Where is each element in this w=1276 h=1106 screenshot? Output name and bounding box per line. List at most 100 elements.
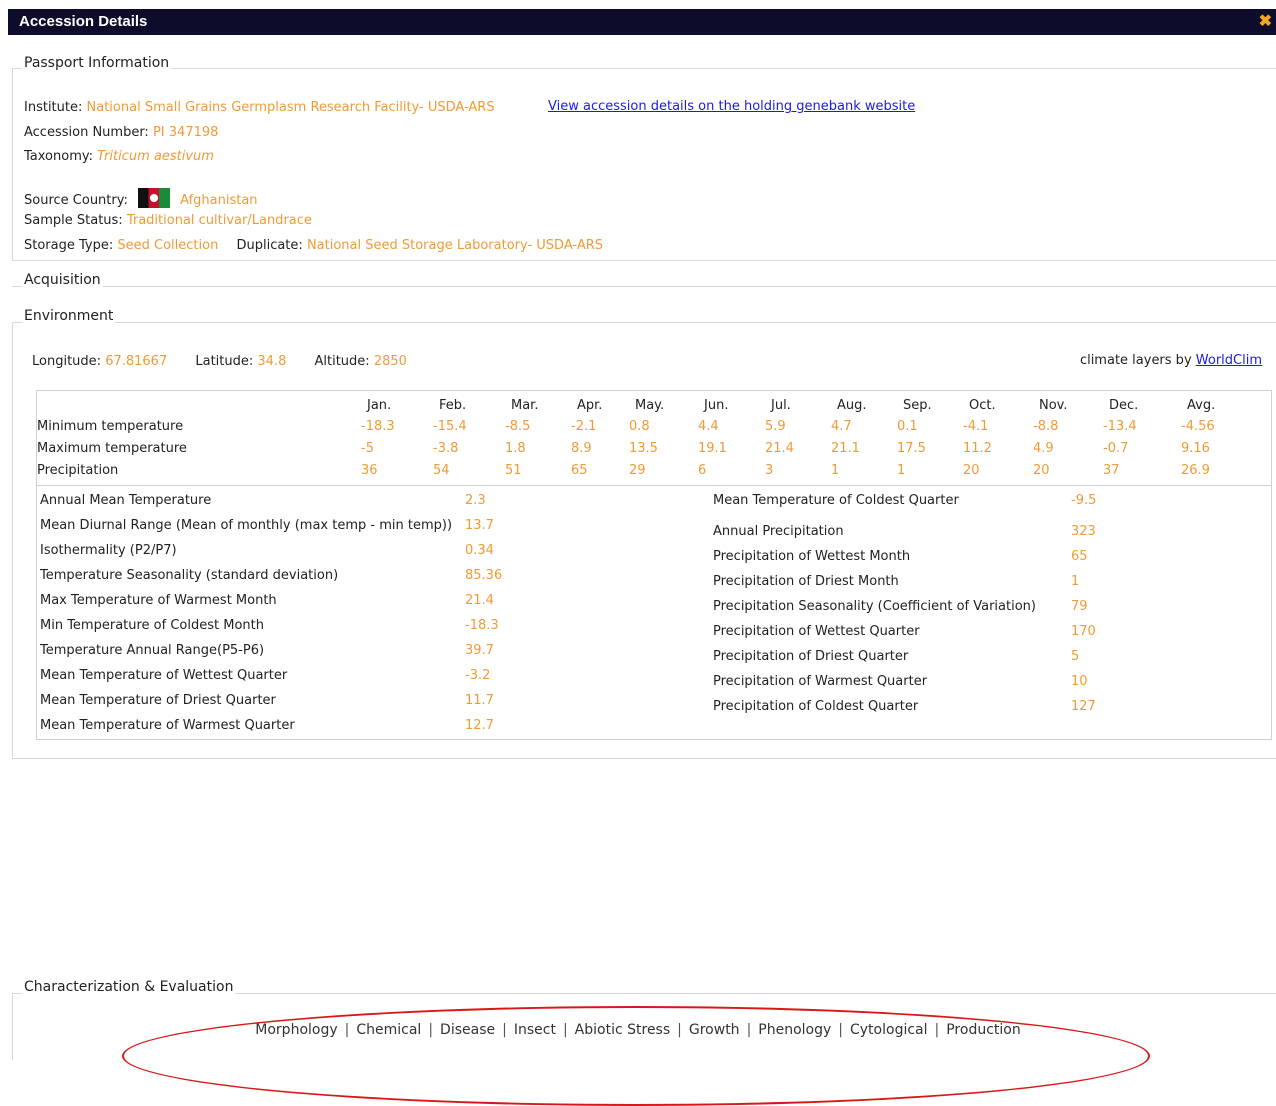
bioclim-value: 65 [1071,549,1088,564]
accession-label: Accession Number: [24,125,149,140]
coordinates-row: Longitude: 67.81667 Latitude: 34.8 Altit… [32,354,407,369]
climate-value: 13.5 [629,441,658,456]
afghanistan-flag-icon [138,188,171,208]
bioclim-value: 127 [1071,699,1096,714]
climate-row-label: Minimum temperature [37,419,184,434]
climate-value: 21.4 [765,441,794,456]
month-header: May. [635,398,665,413]
climate-value: 3 [765,463,774,478]
bioclim-value: -18.3 [465,618,499,633]
taxonomy-label: Taxonomy: [24,149,93,164]
bioclim-value: 10 [1071,674,1088,689]
climate-value: 26.9 [1181,463,1210,478]
month-header: Jan. [367,398,392,413]
environment-border-left [12,322,13,758]
month-header: Jul. [771,398,791,413]
status-value: Traditional cultivar/Landrace [126,213,312,228]
climate-row-label: Maximum temperature [37,441,187,456]
month-header: Sep. [903,398,932,413]
bioclim-value: 12.7 [465,718,494,733]
country-label: Source Country: [24,193,128,208]
bioclim-value: 13.7 [465,518,494,533]
month-header: Aug. [837,398,867,413]
longitude-value: 67.81667 [105,354,168,369]
bioclim-label: Mean Temperature of Driest Quarter [40,693,276,708]
climate-value: -0.7 [1103,441,1129,456]
bioclim-value: 21.4 [465,593,494,608]
climate-value: 1.8 [505,441,526,456]
acquisition-border [12,286,1276,287]
bioclim-label: Precipitation of Wettest Quarter [713,624,920,639]
dialog-title: Accession Details [19,13,148,30]
dialog-titlebar: Accession Details ✖ [8,9,1276,35]
institute-value: National Small Grains Germplasm Research… [86,100,495,115]
climate-panel: Jan. Feb. Mar. Apr. May. Jun. Jul. Aug. Sep. Oct.… [36,390,1272,740]
passport-border-top [12,68,1276,69]
status-label: Sample Status: [24,213,123,228]
climate-value: 4.4 [698,419,719,434]
climate-value: 11.2 [963,441,992,456]
climate-value: -8.5 [505,419,531,434]
annotation-ellipse [122,1006,1150,1106]
climate-value: 36 [361,463,378,478]
bioclim-value: -3.2 [465,668,491,683]
climate-value: 17.5 [897,441,926,456]
bioclim-value: 39.7 [465,643,494,658]
climate-value: 9.16 [1181,441,1210,456]
institute-label: Institute: [24,100,83,115]
bioclim-value: -9.5 [1071,493,1097,508]
duplicate-value: National Seed Storage Laboratory- USDA-A… [306,238,604,253]
bioclim-label: Mean Diurnal Range (Mean of monthly (max… [40,518,453,533]
climate-value: 4.7 [831,419,852,434]
climate-value: 1 [897,463,906,478]
accession-row: Accession Number: PI 347198 [24,125,218,140]
climate-value: 29 [629,463,646,478]
accession-value: PI 347198 [152,125,219,140]
month-header: Oct. [969,398,996,413]
climate-value: 5.9 [765,419,786,434]
climate-value: 51 [505,463,522,478]
bioclim-label: Isothermality (P2/P7) [40,543,177,558]
month-header: Jun. [704,398,729,413]
climate-value: 65 [571,463,588,478]
bioclim-label: Annual Mean Temperature [40,493,212,508]
bioclim-value: 323 [1071,524,1096,539]
climate-value: 21.1 [831,441,860,456]
worldclim-link[interactable]: WorldClim [1196,353,1262,368]
climate-value: -4.1 [963,419,989,434]
characterization-legend: Characterization & Evaluation [22,979,236,995]
sample-status-row: Sample Status: Traditional cultivar/Land… [24,213,312,228]
bioclim-value: 11.7 [465,693,494,708]
month-header: Avg. [1187,398,1216,413]
bioclim-label: Precipitation of Wettest Month [713,549,911,564]
climate-value: 19.1 [698,441,727,456]
close-icon[interactable]: ✖ [1259,9,1272,35]
latitude-value: 34.8 [257,354,287,369]
bioclim-value: 5 [1071,649,1080,664]
taxonomy-row: Taxonomy: Triticum aestivum [24,149,214,164]
bioclim-label: Mean Temperature of Warmest Quarter [40,718,295,733]
climate-value: -3.8 [433,441,459,456]
country-value: Afghanistan [180,193,258,208]
passport-legend: Passport Information [22,55,172,71]
climate-value: -18.3 [361,419,395,434]
storage-label: Storage Type: [24,238,114,253]
climate-value: 20 [1033,463,1050,478]
bioclim-label: Mean Temperature of Wettest Quarter [40,668,288,683]
month-header: Apr. [577,398,603,413]
climate-credit: climate layers by WorldClim [1080,353,1262,368]
climate-value: -15.4 [433,419,467,434]
climate-divider [37,485,1271,486]
passport-border-left [12,68,13,260]
bioclim-label: Max Temperature of Warmest Month [40,593,277,608]
climate-prefix: climate layers by [1079,353,1192,368]
climate-value: 8.9 [571,441,592,456]
environment-border-top [12,322,1276,323]
institute-row: Institute: National Small Grains Germpla… [24,100,495,115]
storage-value: Seed Collection [117,238,219,253]
holding-genebank-link[interactable]: View accession details on the holding ge… [548,99,915,114]
bioclim-value: 79 [1071,599,1088,614]
climate-value: -2.1 [571,419,597,434]
bioclim-value: 1 [1071,574,1080,589]
bioclim-label: Temperature Seasonality (standard deviat… [40,568,339,583]
